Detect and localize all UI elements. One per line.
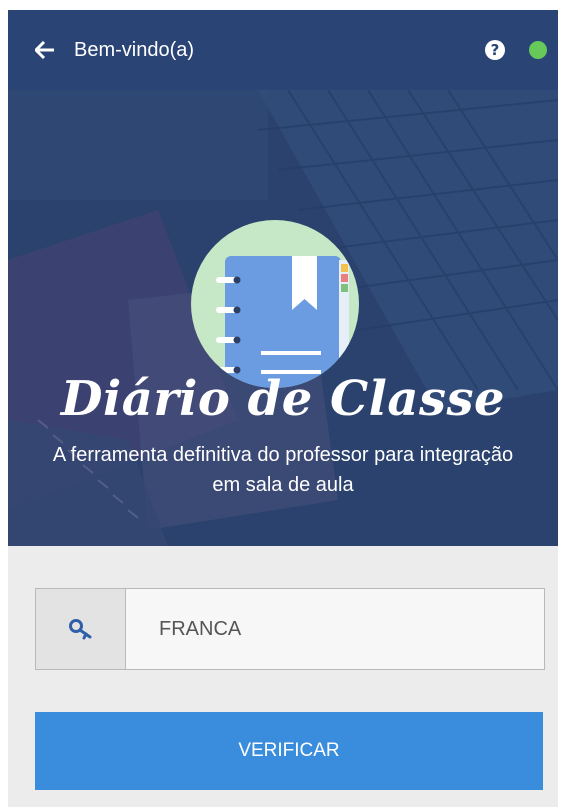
status-indicator: [529, 41, 547, 59]
hero-banner: Diário de Classe A ferramenta definitiva…: [8, 90, 558, 546]
page-title: Bem-vindo(a): [74, 38, 195, 61]
key-icon: [68, 619, 91, 640]
help-button[interactable]: ?: [485, 40, 505, 60]
school-code-input[interactable]: [126, 589, 544, 669]
arrow-left-icon: [35, 41, 54, 59]
notebook-icon: [191, 220, 359, 388]
key-icon-box: [36, 589, 126, 669]
verify-button[interactable]: VERIFICAR: [35, 712, 543, 790]
tagline: A ferramenta definitiva do professor par…: [52, 444, 514, 496]
app-name: Diário de Classe: [60, 371, 506, 427]
screen: Bem-vindo(a) ? Diário de Classe A ferram…: [8, 10, 558, 807]
app-bar: Bem-vindo(a) ?: [8, 10, 558, 90]
back-button[interactable]: [34, 39, 56, 61]
school-code-field: [35, 588, 545, 670]
